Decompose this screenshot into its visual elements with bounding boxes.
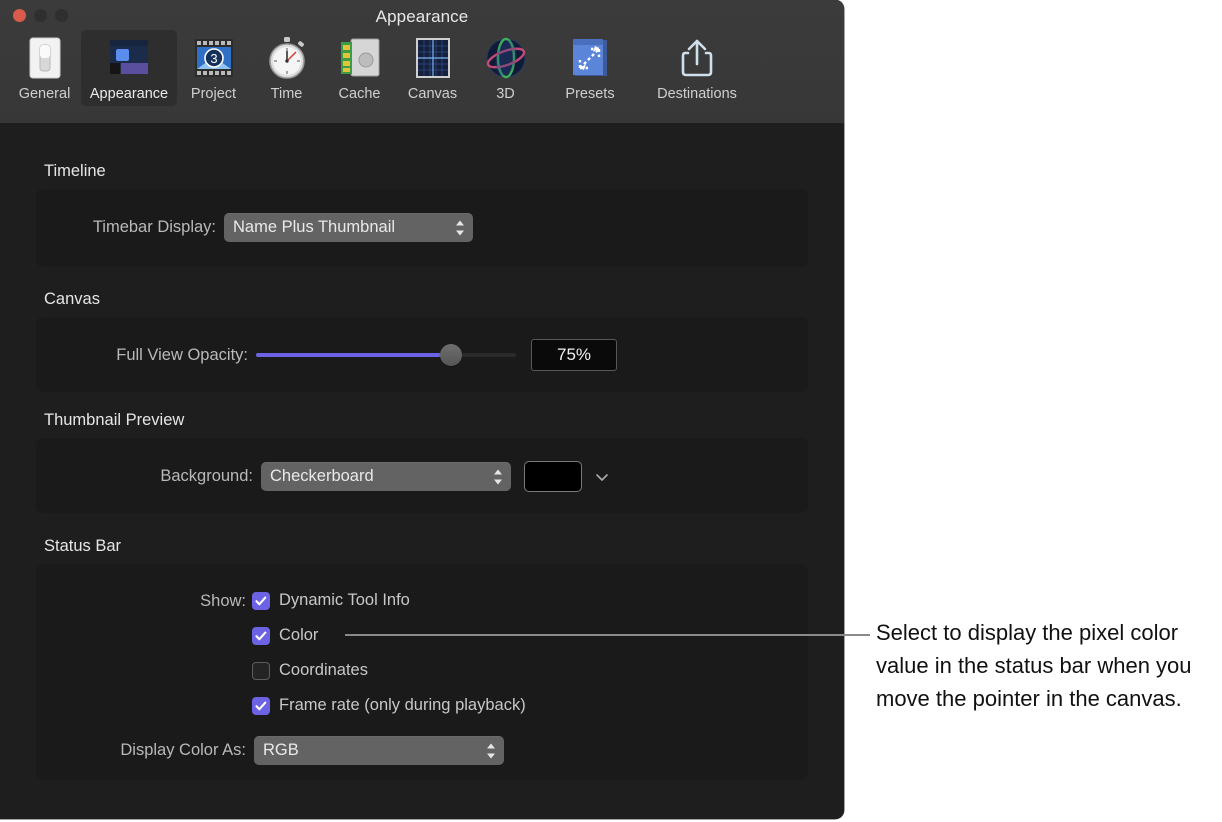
toolbar-item-presets[interactable]: Presets: [542, 30, 638, 106]
canvas-grid-icon: [410, 35, 456, 81]
appearance-panel-icon: [106, 35, 152, 81]
time-stopwatch-icon: [264, 35, 310, 81]
thumbnail-preview-group: Background: Checkerboard: [36, 438, 808, 513]
section-title-thumbnail-preview: Thumbnail Preview: [44, 411, 184, 430]
display-color-as-row: Display Color As: RGB: [76, 736, 504, 765]
callout-leader-line: [345, 634, 870, 636]
svg-text:3: 3: [210, 51, 217, 66]
background-color-well[interactable]: [524, 461, 582, 492]
preferences-window: Appearance General: [0, 0, 844, 819]
presets-resize-icon: [567, 35, 613, 81]
toolbar-item-label: Time: [271, 86, 303, 102]
background-popup[interactable]: Checkerboard: [261, 462, 511, 491]
toolbar-item-appearance[interactable]: Appearance: [81, 30, 177, 106]
section-title-timeline: Timeline: [44, 162, 106, 181]
toolbar-item-label: Destinations: [657, 86, 737, 102]
toolbar-item-label: Presets: [565, 86, 614, 102]
checkbox-row-color[interactable]: Color: [252, 626, 318, 645]
chevron-updown-icon: [485, 741, 497, 760]
toolbar-item-label: Project: [191, 86, 236, 102]
project-film-icon: 3: [191, 35, 237, 81]
slider-fill: [256, 353, 451, 357]
timebar-display-value: Name Plus Thumbnail: [224, 218, 395, 237]
checkbox-coordinates[interactable]: [252, 662, 270, 680]
three-d-sphere-icon: [483, 35, 529, 81]
canvas-group: Full View Opacity: 75%: [36, 317, 808, 392]
general-switch-icon: [22, 35, 68, 81]
slider-thumb[interactable]: [440, 344, 462, 366]
toolbar-item-canvas[interactable]: Canvas: [396, 30, 469, 106]
background-label: Background:: [123, 467, 253, 486]
checkbox-row-frame-rate[interactable]: Frame rate (only during playback): [252, 696, 526, 715]
checkbox-color[interactable]: [252, 627, 270, 645]
section-title-status-bar: Status Bar: [44, 537, 121, 556]
chevron-updown-icon: [454, 218, 466, 237]
destinations-share-icon: [674, 35, 720, 81]
full-view-opacity-row: Full View Opacity: 75%: [68, 339, 617, 371]
toolbar-item-label: General: [19, 86, 71, 102]
timebar-display-popup[interactable]: Name Plus Thumbnail: [224, 213, 473, 242]
full-view-opacity-label: Full View Opacity:: [68, 346, 248, 365]
checkbox-label: Coordinates: [279, 661, 368, 680]
toolbar-item-label: Appearance: [90, 86, 168, 102]
timeline-group: Timebar Display: Name Plus Thumbnail: [36, 189, 808, 267]
toolbar-item-label: Canvas: [408, 86, 457, 102]
checkbox-label: Color: [279, 626, 318, 645]
status-bar-group: Show: Dynamic Tool Info Color: [36, 564, 808, 780]
window-titlebar: Appearance General: [0, 0, 844, 124]
toolbar-item-project[interactable]: 3 Project: [177, 30, 250, 106]
preferences-toolbar: General Appearance: [8, 30, 756, 106]
section-title-canvas: Canvas: [44, 290, 100, 309]
checkbox-frame-rate[interactable]: [252, 697, 270, 715]
timebar-display-label: Timebar Display:: [78, 218, 216, 237]
toolbar-item-destinations[interactable]: Destinations: [638, 30, 756, 106]
full-view-opacity-slider[interactable]: [256, 344, 516, 366]
toolbar-item-general[interactable]: General: [8, 30, 81, 106]
full-view-opacity-value[interactable]: 75%: [531, 339, 617, 371]
window-title: Appearance: [0, 7, 844, 27]
toolbar-item-label: 3D: [496, 86, 515, 102]
background-row: Background: Checkerboard: [123, 461, 610, 492]
checkbox-label: Dynamic Tool Info: [279, 591, 410, 610]
toolbar-item-3d[interactable]: 3D: [469, 30, 542, 106]
checkbox-label: Frame rate (only during playback): [279, 696, 526, 715]
preferences-content: Timeline Timebar Display: Name Plus Thum…: [0, 123, 844, 819]
cache-drive-icon: [337, 35, 383, 81]
chevron-updown-icon: [492, 467, 504, 486]
show-label: Show:: [176, 592, 246, 611]
checkbox-dynamic-tool-info[interactable]: [252, 592, 270, 610]
display-color-as-popup[interactable]: RGB: [254, 736, 504, 765]
callout-annotation-text: Select to display the pixel color value …: [876, 616, 1216, 715]
display-color-as-value: RGB: [254, 741, 299, 760]
display-color-as-label: Display Color As:: [76, 741, 246, 760]
checkbox-row-coordinates[interactable]: Coordinates: [252, 661, 368, 680]
timebar-display-row: Timebar Display: Name Plus Thumbnail: [78, 213, 473, 242]
background-value: Checkerboard: [261, 467, 374, 486]
checkbox-row-dynamic-tool-info[interactable]: Dynamic Tool Info: [252, 591, 410, 610]
toolbar-item-time[interactable]: Time: [250, 30, 323, 106]
chevron-down-icon[interactable]: [594, 469, 610, 485]
toolbar-item-cache[interactable]: Cache: [323, 30, 396, 106]
toolbar-item-label: Cache: [339, 86, 381, 102]
